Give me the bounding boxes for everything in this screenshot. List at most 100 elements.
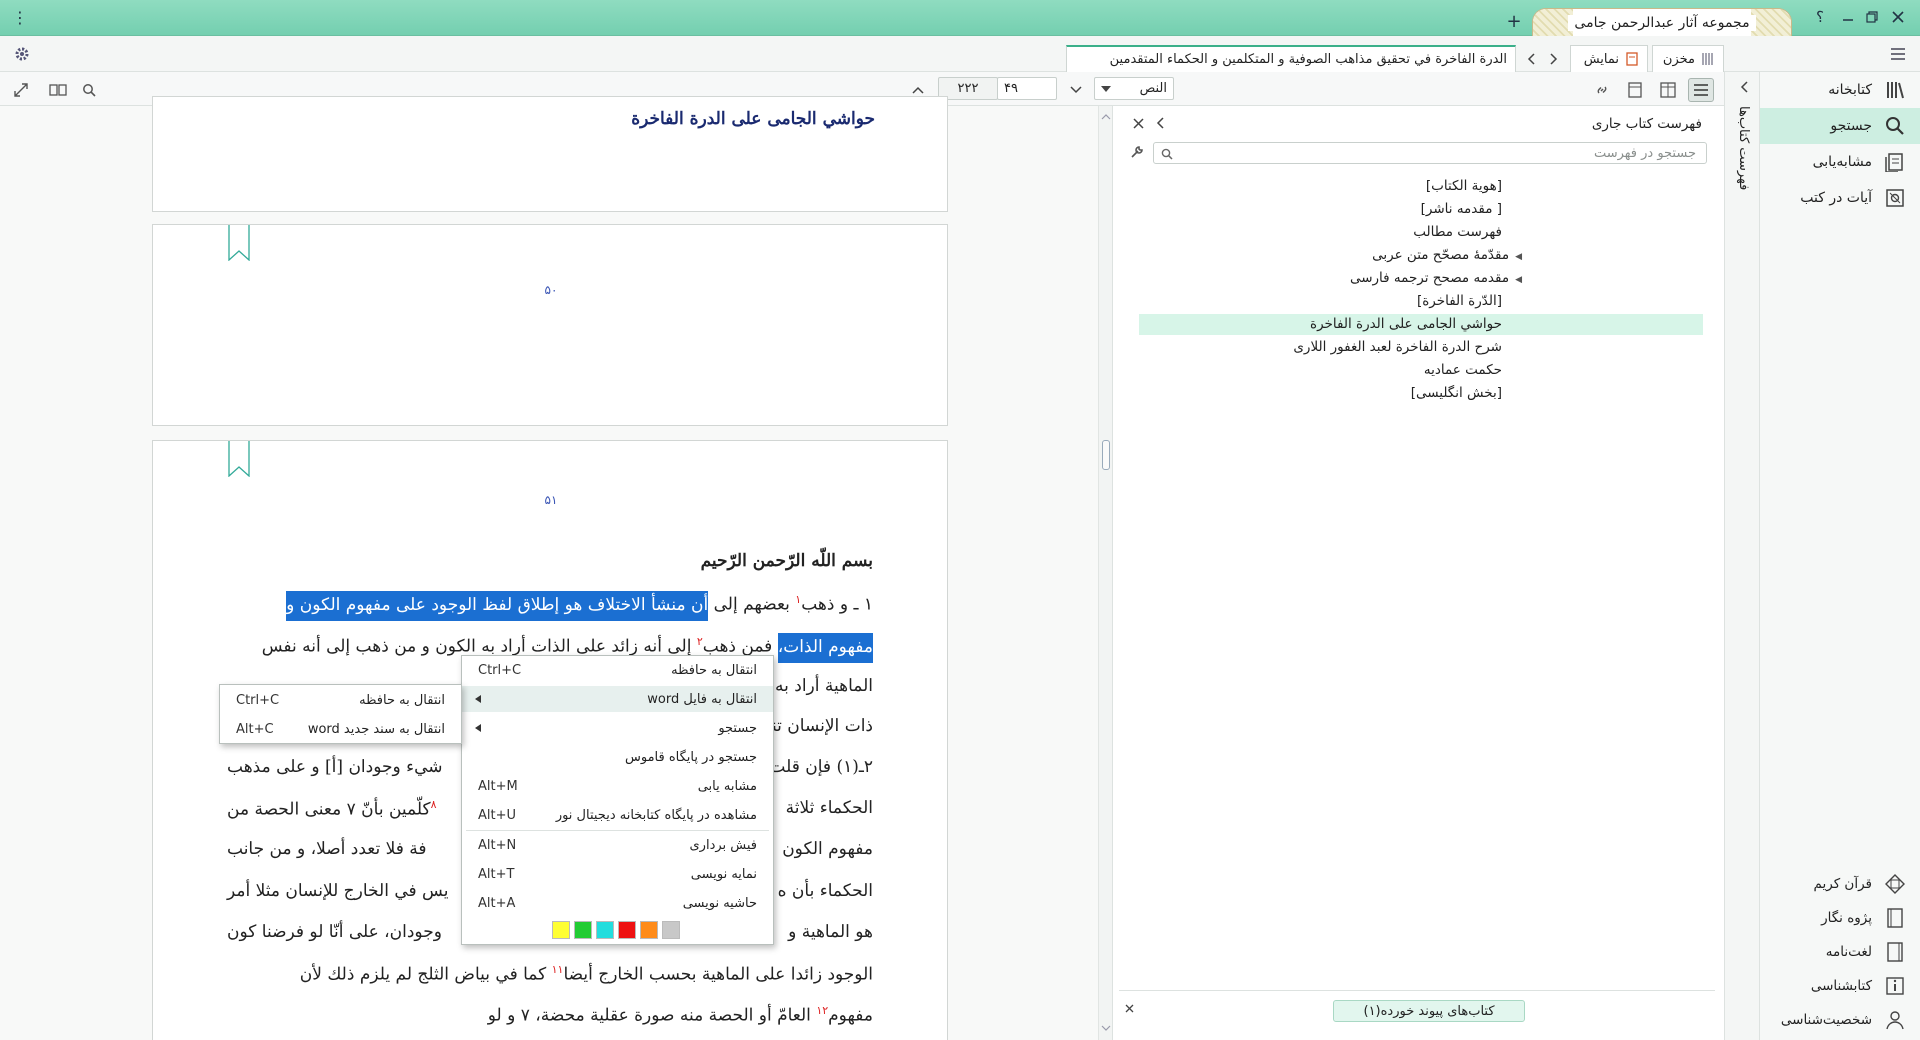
- toc-item-selected[interactable]: حواشي الجامی علی الدرة الفاخرة: [1310, 316, 1502, 332]
- submenu-item-copy[interactable]: Ctrl+C انتقال به حافظه: [220, 687, 461, 713]
- sidebar-item-notes[interactable]: پژوه نگار: [1760, 902, 1920, 934]
- bookmark-icon[interactable]: [228, 441, 250, 477]
- toc-item[interactable]: [الدّرة الفاخرة]: [1417, 293, 1502, 309]
- text-segment: فة فلا تعدد أصلا، و من جانب: [227, 839, 427, 859]
- sidebar-item-verses[interactable]: آیات در کتب: [1760, 180, 1920, 216]
- toc-item-label: [هوية الكتاب]: [1425, 178, 1502, 194]
- text-segment: ١ ـ و ذهب: [801, 594, 873, 615]
- color-swatch-orange[interactable]: [640, 921, 658, 939]
- single-page-view-icon[interactable]: [1625, 80, 1645, 100]
- sidebar-item-quran[interactable]: قرآن کریم: [1760, 868, 1920, 900]
- hamburger-menu-icon[interactable]: [1888, 44, 1908, 64]
- settings-gear-icon[interactable]: [12, 44, 32, 64]
- menu-item-annotation[interactable]: Alt+A حاشیه نویسی: [462, 890, 773, 916]
- expand-triangle-icon[interactable]: ◀: [1515, 275, 1522, 285]
- sidebar-item-bibliography[interactable]: کتابشناسی: [1760, 970, 1920, 1002]
- toc-search-field[interactable]: جستجو در فهرست: [1153, 142, 1707, 164]
- color-swatch-red[interactable]: [618, 921, 636, 939]
- sidebar-item-search[interactable]: جستجو: [1760, 108, 1920, 144]
- toc-item-label: [الدّرة الفاخرة]: [1416, 293, 1502, 309]
- fullscreen-icon[interactable]: [12, 81, 30, 99]
- column-view-icon[interactable]: [1658, 80, 1678, 100]
- toc-item[interactable]: ◀ مقدمه مصحح ترجمه فارسی: [1350, 270, 1522, 286]
- close-panel-icon[interactable]: [1131, 116, 1145, 130]
- link-icon[interactable]: [1592, 80, 1612, 100]
- tab-active-document[interactable]: الدرة الفاخرة في تحقيق مذاهب الصوفية و ا…: [1066, 45, 1516, 72]
- sidebar-item-label: مشابه‌یابی: [1812, 154, 1872, 170]
- bookmark-icon[interactable]: [228, 225, 250, 261]
- toc-item[interactable]: حکمت عمادیه: [1424, 362, 1502, 378]
- toc-item-label: [بخش انگلیسی]: [1410, 385, 1502, 401]
- submenu-item-new-word-doc[interactable]: Alt+C انتقال به سند جدید word: [220, 716, 461, 742]
- strip-collapse-icon[interactable]: [1737, 70, 1751, 104]
- tab-prev-icon[interactable]: [1524, 50, 1538, 68]
- toc-panel-title: فهرست کتاب جاری: [1591, 116, 1702, 132]
- footnote-marker[interactable]: ٨: [431, 798, 437, 811]
- app-menu-icon[interactable]: ⋮: [12, 8, 28, 27]
- toc-item[interactable]: [ مقدمه ناشر]: [1421, 201, 1502, 217]
- menu-item-label: انتقال به حافظه: [671, 662, 757, 678]
- linked-books-button[interactable]: کتاب‌های پیوند خورده(۱): [1333, 1000, 1525, 1022]
- dual-page-icon[interactable]: [48, 81, 68, 99]
- footnote-marker[interactable]: ١٢: [816, 1004, 828, 1017]
- sidebar-item-similarity[interactable]: مشابه‌یابی: [1760, 144, 1920, 180]
- scroll-thumb[interactable]: [1102, 440, 1110, 470]
- menu-item-similarity[interactable]: Alt+M مشابه یابی: [462, 773, 773, 799]
- scroll-up-arrow-icon[interactable]: [1101, 112, 1111, 120]
- new-tab-button[interactable]: +: [1506, 11, 1522, 32]
- selected-text[interactable]: أن منشأ الاختلاف هو إطلاق لفظ الوجود على…: [286, 590, 709, 621]
- toc-item[interactable]: [هوية الكتاب]: [1426, 178, 1502, 194]
- color-swatch-cyan[interactable]: [596, 921, 614, 939]
- sidebar-item-label: شخصیت‌شناسی: [1780, 1012, 1872, 1028]
- page-down-chevron-icon[interactable]: [1068, 81, 1084, 99]
- book-list-strip[interactable]: فهرست کتاب‌ها: [1724, 72, 1760, 1040]
- toc-item[interactable]: ◀ مقدّمهٔ مصحّح متن عربی: [1372, 247, 1522, 263]
- page-number-input[interactable]: ۴۹: [997, 77, 1057, 100]
- toc-item[interactable]: شرح الدرة الفاخرة لعبد الغفور اللاری: [1293, 339, 1502, 355]
- tab-storage[interactable]: مخزن: [1652, 45, 1724, 72]
- menu-item-search[interactable]: جستجو: [462, 715, 773, 741]
- scroll-down-arrow-icon[interactable]: [1101, 1024, 1111, 1032]
- menu-item-label: جستجو: [718, 720, 757, 736]
- sidebar-item-label: پژوه نگار: [1821, 910, 1872, 926]
- text-view-icon[interactable]: [1688, 78, 1714, 102]
- close-icon[interactable]: [1890, 8, 1906, 26]
- menu-item-note-taking[interactable]: Alt+N فیش برداری: [462, 832, 773, 858]
- verses-icon: [1884, 187, 1906, 209]
- sidebar-item-library[interactable]: کتابخانه: [1760, 72, 1920, 108]
- menu-item-label: حاشیه نویسی: [682, 895, 757, 911]
- find-in-page-icon[interactable]: [80, 81, 98, 99]
- toc-item[interactable]: [بخش انگلیسی]: [1411, 385, 1502, 401]
- close-linked-icon[interactable]: [1123, 1002, 1135, 1014]
- menu-separator: [466, 830, 769, 831]
- wrench-icon[interactable]: [1129, 144, 1145, 160]
- section-select[interactable]: النص: [1094, 77, 1174, 100]
- toc-item-label: مقدمه مصحح ترجمه فارسی: [1349, 270, 1510, 286]
- sidebar-item-person[interactable]: شخصیت‌شناسی: [1760, 1004, 1920, 1036]
- color-swatch-gray[interactable]: [662, 921, 680, 939]
- app-title-tab[interactable]: مجموعه آثار عبدالرحمن جامی: [1532, 8, 1792, 36]
- menu-item-export-word[interactable]: انتقال به فایل word: [462, 686, 773, 712]
- menu-item-indexing[interactable]: Alt+T نمایه نویسی: [462, 861, 773, 887]
- footnote-marker[interactable]: ١١: [552, 963, 564, 976]
- tab-display[interactable]: نمایش: [1570, 45, 1648, 72]
- menu-item-label: جستجو در پایگاه قاموس: [625, 749, 757, 765]
- minimize-icon[interactable]: [1840, 8, 1856, 26]
- toc-item[interactable]: فهرست مطالب: [1413, 224, 1502, 240]
- selected-text[interactable]: مفهوم الذات،: [777, 632, 873, 663]
- tab-next-icon[interactable]: [1547, 50, 1561, 68]
- collapse-panel-icon[interactable]: [1153, 116, 1167, 130]
- sidebar-item-label: جستجو: [1830, 118, 1872, 134]
- help-button[interactable]: ؟: [1812, 8, 1828, 26]
- menu-item-copy[interactable]: Ctrl+C انتقال به حافظه: [462, 657, 773, 683]
- text-segment: كلّمين بأنّ ٧ معنى الحصة من: [227, 799, 431, 820]
- color-swatch-yellow[interactable]: [552, 921, 570, 939]
- expand-triangle-icon[interactable]: ◀: [1515, 252, 1522, 262]
- color-swatch-green[interactable]: [574, 921, 592, 939]
- menu-item-view-noor[interactable]: Alt+U مشاهده در پایگاه کتابخانه دیجیتال …: [462, 802, 773, 828]
- restore-icon[interactable]: [1864, 8, 1880, 26]
- sidebar-item-dictionary[interactable]: لغت‌نامه: [1760, 936, 1920, 968]
- person-icon: [1884, 1009, 1906, 1031]
- menu-item-search-dictionary[interactable]: جستجو در پایگاه قاموس: [462, 744, 773, 770]
- document-scrollbar[interactable]: [1098, 106, 1112, 1040]
